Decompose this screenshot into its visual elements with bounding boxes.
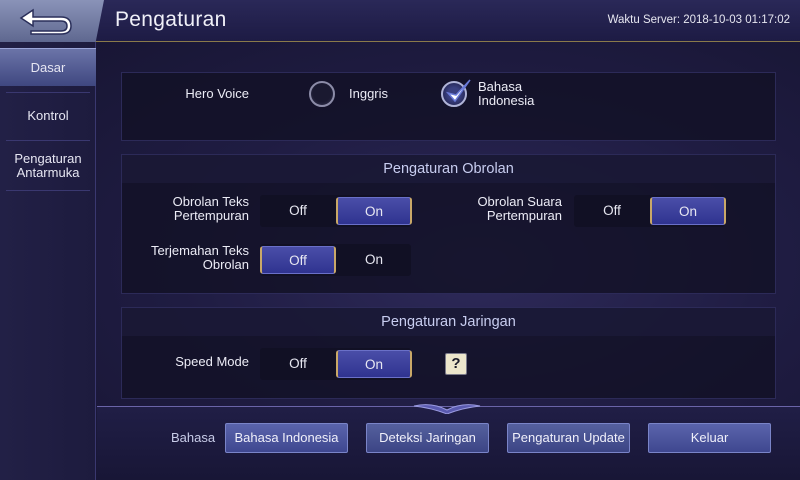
network-settings-title: Pengaturan Jaringan (122, 308, 775, 336)
sidebar-divider (6, 190, 90, 191)
sidebar-item-dasar[interactable]: Dasar (0, 48, 96, 86)
update-settings-button[interactable]: Pengaturan Update (507, 423, 630, 453)
sidebar-item-label: Kontrol (27, 108, 69, 123)
speed-mode-label: Speed Mode (175, 354, 249, 369)
sidebar-divider (6, 140, 90, 141)
sidebar: Dasar Kontrol Pengaturan Antarmuka (0, 42, 96, 480)
chat-settings-title: Pengaturan Obrolan (122, 155, 775, 183)
voice-chat-battle-toggle: Off On (574, 195, 726, 227)
language-label: Bahasa (171, 430, 216, 445)
toggle-off-option[interactable]: Off (260, 246, 336, 274)
back-arrow-icon (19, 8, 72, 35)
sidebar-item-pengaturan-antarmuka[interactable]: Pengaturan Antarmuka (0, 146, 96, 186)
toggle-off-option[interactable]: Off (574, 195, 650, 227)
exit-button[interactable]: Keluar (648, 423, 771, 453)
network-detect-button[interactable]: Deteksi Jaringan (366, 423, 489, 453)
server-time: Waktu Server: 2018-10-03 01:17:02 (607, 14, 790, 26)
hero-voice-label: Hero Voice (185, 86, 249, 101)
sidebar-item-label: Dasar (30, 59, 66, 75)
language-select-button[interactable]: Bahasa Indonesia (225, 423, 348, 453)
toggle-on-option[interactable]: On (336, 244, 412, 276)
ornament-icon (413, 404, 481, 414)
chat-translation-label: Terjemahan Teks Obrolan (150, 243, 249, 272)
hero-voice-panel: Hero Voice Inggris Bahasa Indonesia (121, 72, 776, 141)
header-bar: Pengaturan Waktu Server: 2018-10-03 01:1… (0, 0, 800, 42)
toggle-off-option[interactable]: Off (260, 195, 336, 227)
back-button[interactable] (0, 0, 104, 42)
text-chat-battle-toggle: Off On (260, 195, 412, 227)
toggle-off-option[interactable]: Off (260, 348, 336, 380)
text-chat-battle-label: Obrolan Teks Pertempuran (172, 194, 249, 223)
chat-translation-toggle: Off On (260, 244, 411, 276)
toggle-on-option[interactable]: On (650, 197, 726, 225)
radio-inggris[interactable] (309, 81, 335, 107)
speed-mode-toggle: Off On (260, 348, 412, 380)
chat-settings-panel: Pengaturan Obrolan Obrolan Teks Pertempu… (121, 154, 776, 294)
toggle-on-option[interactable]: On (336, 350, 412, 378)
toggle-on-option[interactable]: On (336, 197, 412, 225)
radio-bahasa-indonesia[interactable] (441, 79, 471, 107)
page-title: Pengaturan (115, 8, 227, 31)
checkmark-icon (445, 79, 471, 103)
network-settings-panel: Pengaturan Jaringan Speed Mode Off On ? (121, 307, 776, 399)
sidebar-divider (6, 92, 90, 93)
sidebar-item-kontrol[interactable]: Kontrol (0, 98, 96, 134)
sidebar-item-label: Pengaturan Antarmuka (14, 151, 82, 180)
radio-bahasa-indonesia-label: Bahasa Indonesia (478, 79, 535, 108)
voice-chat-battle-label: Obrolan Suara Pertempuran (477, 194, 562, 223)
help-icon[interactable]: ? (445, 353, 467, 375)
radio-inggris-label: Inggris (349, 86, 389, 101)
